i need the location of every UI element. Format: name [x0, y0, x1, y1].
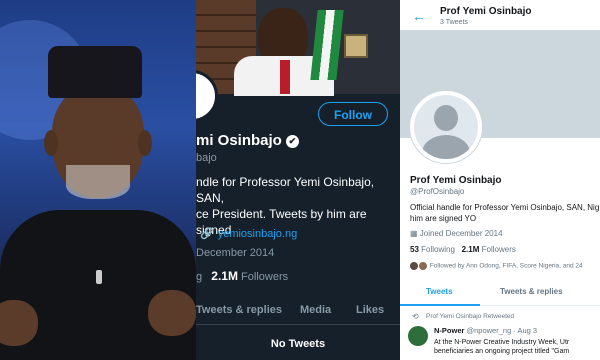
header-profile-name: Prof Yemi Osinbajo: [440, 6, 532, 17]
dark-twitter-profile: Follow mi Osinbajo ✔ bajo ndle for Profes…: [196, 0, 400, 360]
light-profile-bio: Official handle for Professor Yemi Osinb…: [410, 202, 600, 224]
photo-cap: [48, 46, 142, 98]
portrait-photo: [0, 0, 196, 360]
light-following-count[interactable]: 53: [410, 245, 419, 254]
tab-likes[interactable]: Likes: [356, 304, 384, 316]
header-tweet-count: 3 Tweets: [440, 19, 468, 26]
dark-profile-name: mi Osinbajo ✔: [196, 132, 299, 149]
dark-profile-stats: g 2.1M Followers: [196, 269, 288, 283]
light-followers-count[interactable]: 2.1M: [462, 245, 480, 254]
followed-by-row[interactable]: Followed by Ann Odong, FIFA, Score Niger…: [410, 262, 583, 270]
dark-followers-label[interactable]: Followers: [241, 271, 288, 283]
dark-profile-joined: December 2014: [196, 247, 275, 259]
tweet-body[interactable]: At the N-Power Creative Industry Week, U…: [434, 338, 600, 356]
avatar-silhouette-body: [422, 135, 470, 159]
dark-profile-website[interactable]: 🔗 yemiosinbajo.ng: [200, 227, 297, 240]
tweet-header: N-Power @npower_ng · Aug 3: [434, 326, 537, 335]
retweet-icon: ⟲: [412, 312, 419, 321]
photo-microphone: [96, 270, 102, 284]
avatar-silhouette-head: [434, 105, 458, 131]
default-avatar-icon: [414, 95, 478, 159]
light-joined-text: Joined December 2014: [419, 229, 503, 238]
banner-tie: [280, 60, 290, 94]
dark-profile-handle: bajo: [196, 152, 217, 164]
light-following-label[interactable]: Following: [421, 245, 455, 254]
light-bio-line-1: Official handle for Professor Yemi Osinb…: [410, 203, 600, 212]
retweet-notice: Prof Yemi Osinbajo Retweeted: [426, 313, 515, 320]
banner-plaque: [344, 34, 368, 58]
dark-bio-line-1: ndle for Professor Yemi Osinbajo, SAN,: [196, 175, 375, 205]
photo-beard: [66, 165, 130, 199]
tab-media[interactable]: Media: [300, 304, 331, 316]
photo-ear-left: [44, 130, 58, 156]
dark-followers-count[interactable]: 2.1M: [211, 269, 238, 283]
tweet-author-name[interactable]: N-Power: [434, 326, 464, 335]
verified-badge-icon: ✔: [285, 134, 299, 148]
tab-tweets[interactable]: Tweets: [426, 287, 453, 296]
calendar-icon: ▦: [410, 229, 418, 238]
dark-profile-tabs: Tweets & replies Media Likes: [196, 296, 400, 325]
light-profile-handle: @ProfOsinbajo: [410, 187, 465, 196]
follow-button[interactable]: Follow: [318, 102, 388, 126]
back-arrow-icon[interactable]: ←: [412, 8, 426, 24]
no-tweets-message: No Tweets: [270, 338, 326, 350]
photo-hand-right: [148, 290, 196, 336]
dark-website-text[interactable]: yemiosinbajo.ng: [218, 228, 298, 240]
follower-avatar: [419, 262, 427, 270]
light-followers-label[interactable]: Followers: [482, 245, 516, 254]
dark-profile-banner: [196, 0, 400, 96]
banner-flag: [310, 10, 344, 80]
link-icon: 🔗: [200, 228, 214, 240]
tweet-line-1: At the N-Power Creative Industry Week, U…: [434, 339, 570, 346]
tweet-line-2: beneficiaries an ongoing project titled …: [434, 348, 570, 355]
light-profile-tabs: Tweets Tweets & replies: [400, 281, 600, 306]
tab-tweets-and-replies[interactable]: Tweets & replies: [500, 287, 563, 296]
light-profile-joined: ▦ Joined December 2014: [410, 229, 503, 238]
dark-following-partial[interactable]: g: [196, 271, 202, 283]
default-avatar[interactable]: [409, 90, 483, 164]
light-profile-stats: 53 Following 2.1M Followers: [410, 245, 516, 254]
follower-avatar: [410, 262, 418, 270]
dark-profile-name-text: mi Osinbajo: [196, 132, 282, 149]
tweet-author-avatar[interactable]: [408, 326, 428, 346]
tab-tweets-replies[interactable]: Tweets & replies: [196, 304, 282, 316]
light-twitter-profile: ← Prof Yemi Osinbajo 3 Tweets Prof Yemi …: [400, 0, 600, 360]
followed-by-text[interactable]: Followed by Ann Odong, FIFA, Score Niger…: [430, 263, 583, 270]
tweet-author-handle: @npower_ng · Aug 3: [466, 326, 538, 335]
photo-ear-right: [138, 130, 152, 156]
light-bio-line-2: him are signed YO: [410, 214, 477, 223]
active-tab-indicator: [400, 304, 480, 306]
light-profile-name: Prof Yemi Osinbajo: [410, 175, 502, 186]
